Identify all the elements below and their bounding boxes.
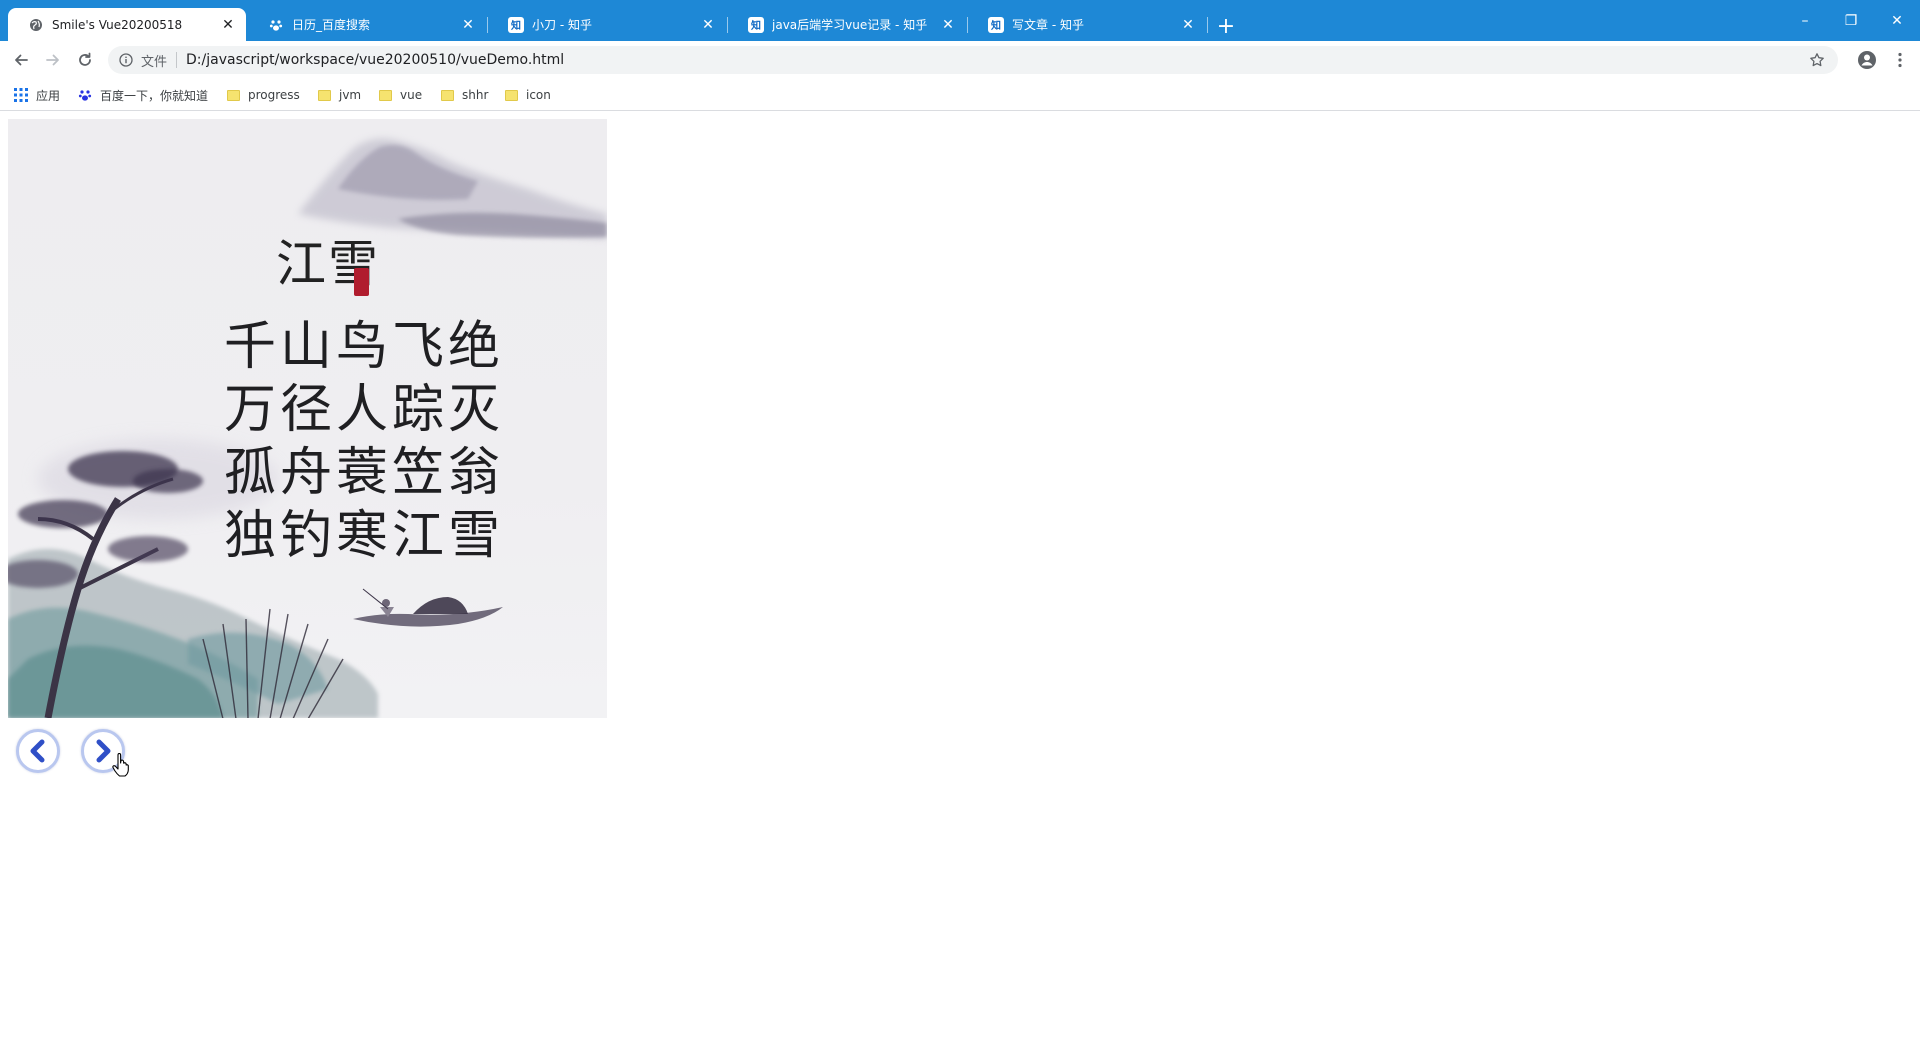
folder-icon bbox=[379, 89, 392, 101]
bookmark-folder-progress[interactable]: progress bbox=[221, 84, 306, 106]
zhihu-badge: 知 bbox=[988, 16, 1004, 33]
restore-button[interactable]: ❐ bbox=[1828, 6, 1874, 36]
tab-strip: Smile's Vue20200518 ✕ 日历_百度搜索 ✕ 知 小刀 - 知… bbox=[0, 0, 1920, 41]
hand-cursor-icon bbox=[112, 753, 129, 777]
bookmark-folder-icon[interactable]: icon bbox=[499, 84, 557, 106]
bookmark-baidu[interactable]: 百度一下，你就知道 bbox=[72, 84, 214, 106]
red-seal-stamp bbox=[354, 268, 369, 296]
bookmark-label: jvm bbox=[339, 88, 362, 102]
scheme-label: 文件 bbox=[141, 54, 168, 70]
profile-button[interactable] bbox=[1853, 46, 1881, 74]
bookmark-apps[interactable]: 应用 bbox=[8, 84, 66, 106]
tab-baidu-calendar[interactable]: 日历_百度搜索 ✕ bbox=[248, 8, 486, 41]
bookmark-folder-shhr[interactable]: shhr bbox=[435, 84, 494, 106]
reload-button[interactable] bbox=[71, 46, 99, 74]
url-text[interactable]: D:/javascript/workspace/vue20200510/vueD… bbox=[186, 52, 564, 68]
info-icon[interactable] bbox=[118, 52, 134, 68]
bookmark-folder-jvm[interactable]: jvm bbox=[312, 84, 367, 106]
bookmark-label: 百度一下，你就知道 bbox=[100, 88, 209, 103]
close-icon[interactable]: ✕ bbox=[460, 17, 476, 33]
new-tab-button[interactable]: + bbox=[1212, 12, 1240, 40]
tab-zhihu-java-vue[interactable]: 知 java后端学习vue记录 - 知乎 ✕ bbox=[728, 8, 966, 41]
baidu-paw-icon bbox=[268, 17, 284, 33]
zhihu-badge: 知 bbox=[508, 16, 524, 33]
tab-separator bbox=[1207, 17, 1208, 33]
chevron-right-icon bbox=[96, 739, 111, 763]
reload-icon bbox=[79, 52, 91, 66]
folder-icon bbox=[505, 89, 518, 101]
tab-title: 写文章 - 知乎 bbox=[1012, 18, 1084, 32]
tab-title: java后端学习vue记录 - 知乎 bbox=[772, 18, 928, 32]
bookmark-label: progress bbox=[248, 88, 300, 102]
address-bar[interactable]: 文件 D:/javascript/workspace/vue20200510/v… bbox=[108, 46, 1838, 74]
poem-line: 独钓寒江雪 bbox=[224, 506, 505, 566]
bookmark-label: shhr bbox=[462, 88, 489, 102]
carousel-image: 江雪 千山鸟飞绝 万径人踪灭 孤舟蓑笠翁 独钓寒江雪 bbox=[8, 119, 607, 718]
bookmark-label: icon bbox=[526, 88, 551, 102]
forward-button[interactable] bbox=[39, 46, 67, 74]
star-icon[interactable] bbox=[1808, 51, 1826, 69]
bookmark-folder-vue[interactable]: vue bbox=[373, 84, 428, 106]
baidu-paw-icon bbox=[78, 90, 92, 101]
folder-icon bbox=[227, 89, 240, 101]
zhihu-icon: 知 bbox=[748, 16, 764, 33]
minimize-button[interactable]: – bbox=[1782, 6, 1828, 36]
close-window-button[interactable]: ✕ bbox=[1874, 6, 1920, 36]
tab-zhihu-write[interactable]: 知 写文章 - 知乎 ✕ bbox=[968, 8, 1206, 41]
browser-toolbar: 文件 D:/javascript/workspace/vue20200510/v… bbox=[0, 41, 1920, 78]
globe-icon bbox=[28, 17, 44, 33]
tab-zhihu-xiaodao[interactable]: 知 小刀 - 知乎 ✕ bbox=[488, 8, 726, 41]
arrow-right-icon bbox=[46, 54, 59, 66]
close-icon[interactable]: ✕ bbox=[940, 17, 956, 33]
zhihu-badge: 知 bbox=[748, 16, 764, 33]
account-icon bbox=[1858, 51, 1876, 69]
close-icon[interactable]: ✕ bbox=[220, 17, 236, 33]
bookmarks-bar: 应用 百度一下，你就知道 progress jvm vue shhr icon bbox=[0, 78, 1920, 111]
chevron-left-icon bbox=[30, 739, 45, 763]
prev-button[interactable] bbox=[16, 729, 60, 773]
folder-icon bbox=[318, 89, 331, 101]
zhihu-icon: 知 bbox=[508, 16, 524, 33]
close-icon[interactable]: ✕ bbox=[700, 17, 716, 33]
address-separator bbox=[176, 52, 178, 68]
back-button[interactable] bbox=[7, 46, 35, 74]
tab-smiles-vue[interactable]: Smile's Vue20200518 ✕ bbox=[8, 8, 246, 41]
close-icon[interactable]: ✕ bbox=[1180, 17, 1196, 33]
apps-grid-icon bbox=[14, 88, 28, 102]
bookmark-label: vue bbox=[400, 88, 423, 102]
tab-title: Smile's Vue20200518 bbox=[52, 17, 183, 32]
folder-icon bbox=[441, 89, 454, 101]
menu-button[interactable] bbox=[1886, 46, 1914, 74]
page-content: 江雪 千山鸟飞绝 万径人踪灭 孤舟蓑笠翁 独钓寒江雪 bbox=[0, 111, 1920, 1048]
tab-title: 小刀 - 知乎 bbox=[532, 18, 592, 32]
zhihu-icon: 知 bbox=[988, 16, 1004, 33]
bookmark-label: 应用 bbox=[36, 88, 61, 103]
kebab-menu-icon bbox=[1898, 52, 1902, 68]
arrow-left-icon bbox=[15, 54, 28, 66]
tab-title: 日历_百度搜索 bbox=[292, 18, 371, 32]
